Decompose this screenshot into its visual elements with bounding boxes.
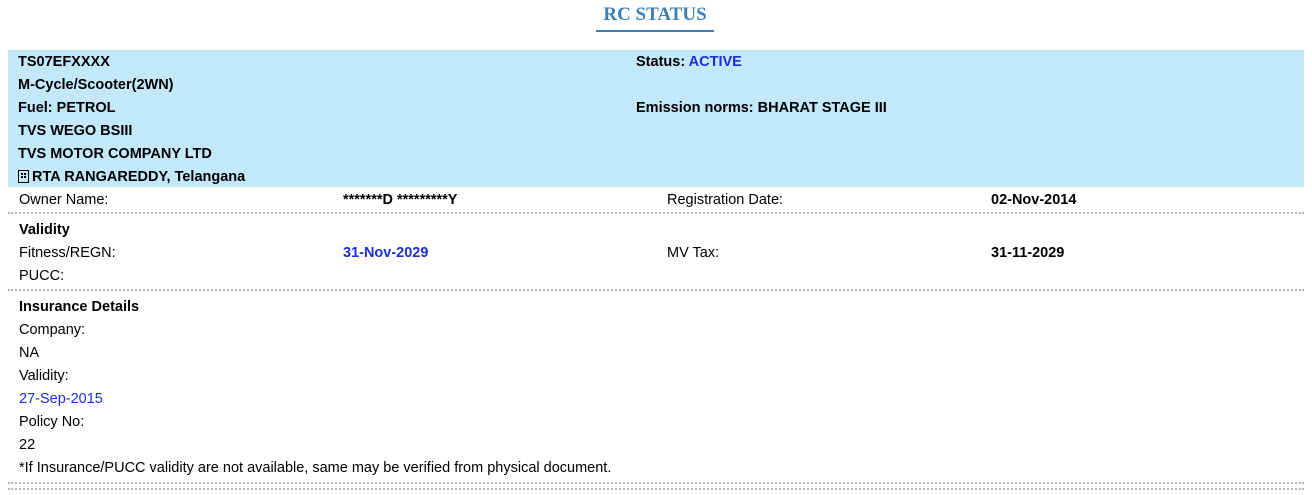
registration-number: TS07EFXXXX bbox=[18, 54, 110, 70]
vehicle-maker: TVS MOTOR COMPANY LTD bbox=[18, 146, 212, 162]
insurance-heading: Insurance Details bbox=[19, 299, 140, 315]
rta-location-text: RTA RANGAREDDY, Telangana bbox=[32, 169, 246, 185]
policy-number-value: 22 bbox=[19, 437, 36, 453]
pucc-label: PUCC: bbox=[19, 268, 65, 284]
registration-date-value: 02-Nov-2014 bbox=[991, 192, 1077, 208]
rta-location: RTA RANGAREDDY, Telangana bbox=[18, 168, 245, 186]
divider bbox=[8, 482, 1304, 484]
divider bbox=[8, 488, 1304, 490]
owner-name-label: Owner Name: bbox=[19, 192, 109, 208]
registration-date-label: Registration Date: bbox=[667, 192, 784, 208]
validity-heading: Validity bbox=[19, 222, 70, 238]
emission-norms: Emission norms: BHARAT STAGE III bbox=[636, 100, 887, 116]
page-title: RC STATUS bbox=[596, 4, 714, 32]
insurance-validity-value: 27-Sep-2015 bbox=[19, 391, 103, 407]
divider bbox=[8, 212, 1304, 214]
status-badge: ACTIVE bbox=[688, 54, 742, 70]
vehicle-model: TVS WEGO BSIII bbox=[18, 123, 133, 139]
mv-tax-value: 31-11-2029 bbox=[991, 245, 1065, 261]
insurance-company-value: NA bbox=[19, 345, 40, 361]
status-label: Status: bbox=[636, 54, 689, 70]
owner-name-value: *******D *********Y bbox=[343, 192, 458, 208]
status-field: Status: ACTIVE bbox=[636, 53, 742, 71]
divider bbox=[8, 289, 1304, 291]
fitness-label: Fitness/REGN: bbox=[19, 245, 116, 261]
page-header: RC STATUS bbox=[0, 0, 1312, 40]
fitness-value: 31-Nov-2029 bbox=[343, 245, 429, 261]
building-icon bbox=[18, 170, 29, 183]
fuel-type: Fuel: PETROL bbox=[18, 100, 116, 116]
policy-number-label: Policy No: bbox=[19, 414, 85, 430]
vehicle-class: M-Cycle/Scooter(2WN) bbox=[18, 77, 174, 93]
insurance-company-label: Company: bbox=[19, 322, 86, 338]
mv-tax-label: MV Tax: bbox=[667, 245, 720, 261]
insurance-validity-label: Validity: bbox=[19, 368, 69, 384]
verification-note: *If Insurance/PUCC validity are not avai… bbox=[19, 460, 612, 476]
